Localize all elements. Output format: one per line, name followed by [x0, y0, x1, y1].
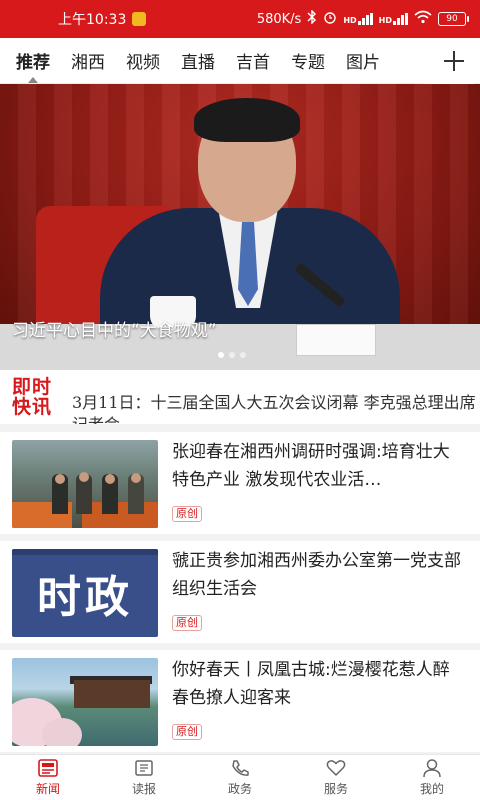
flash-news-label: 即时 快讯 — [12, 377, 74, 417]
bluetooth-icon — [307, 9, 317, 28]
nav-service[interactable]: 服务 — [288, 755, 384, 800]
tab-jishou[interactable]: 吉首 — [236, 48, 270, 73]
nav-mine-label: 我的 — [419, 782, 444, 796]
flash-news-text[interactable]: 3月11日：十三届全国人大五次会议闭幕 李克强总理出席记者会 — [72, 392, 476, 424]
hd-label-2: HD — [378, 16, 392, 25]
signal-bars-1-icon — [357, 13, 373, 25]
news-title[interactable]: 你好春天丨凤凰古城:烂漫樱花惹人醉 春色撩人迎客来 — [172, 656, 466, 712]
nav-mine[interactable]: 我的 — [384, 755, 480, 800]
original-badge: 原创 — [172, 506, 202, 522]
tabs-fade — [416, 38, 436, 84]
user-icon — [420, 758, 444, 778]
plus-icon — [444, 51, 464, 71]
tab-recommend[interactable]: 推荐 — [16, 48, 50, 83]
nav-government[interactable]: 政务 — [192, 755, 288, 800]
nav-news[interactable]: 新闻 — [0, 755, 96, 800]
tab-video[interactable]: 视频 — [126, 48, 160, 73]
news-thumbnail — [12, 440, 158, 528]
notification-icon — [132, 12, 147, 26]
carousel-dot — [218, 352, 224, 358]
nav-newspaper[interactable]: 读报 — [96, 755, 192, 800]
news-title[interactable]: 虢正贵参加湘西州委办公室第一党支部组织生活会 — [172, 547, 466, 603]
newspaper-icon — [132, 758, 156, 778]
app-root: 上午10:33 580K/s HD HD 90 推荐 湘西 视频 直播 吉首 专… — [0, 0, 480, 800]
signal-bars-2-icon — [393, 13, 408, 25]
flash-news[interactable]: 即时 快讯 3月11日：十三届全国人大五次会议闭幕 李克强总理出席记者会 — [0, 370, 480, 424]
carousel-dot — [240, 352, 246, 358]
thumbnail-text: 时政 — [37, 572, 133, 623]
hd-label-1: HD — [343, 16, 357, 25]
news-icon — [36, 758, 60, 778]
nav-newspaper-label: 读报 — [131, 782, 156, 796]
heart-icon — [324, 758, 348, 778]
original-badge: 原创 — [172, 615, 202, 631]
tab-special[interactable]: 专题 — [291, 48, 325, 73]
wifi-icon — [414, 10, 432, 28]
original-badge: 原创 — [172, 724, 202, 740]
carousel-dots — [218, 352, 246, 358]
category-tabs: 推荐 湘西 视频 直播 吉首 专题 图片 — [0, 38, 480, 84]
status-time: 上午10:33 — [58, 12, 127, 28]
news-thumbnail: 时政 — [12, 549, 158, 637]
nav-news-label: 新闻 — [35, 782, 60, 796]
network-speed: 580K/s — [256, 11, 302, 27]
flash-label-line2: 快讯 — [12, 396, 53, 418]
bottom-nav: 新闻 读报 政务 服务 我的 — [0, 754, 480, 800]
banner-nameplate — [296, 324, 376, 356]
news-item[interactable]: 张迎春在湘西州调研时强调:培育壮大特色产业 激发现代农业活… 原创 — [0, 432, 480, 534]
banner-carousel[interactable]: 习近平心目中的“大食物观” — [0, 84, 480, 370]
alarm-icon — [323, 10, 337, 28]
battery-icon: 90 — [438, 12, 469, 26]
news-thumbnail — [12, 658, 158, 746]
news-title[interactable]: 张迎春在湘西州调研时强调:培育壮大特色产业 激发现代农业活… — [172, 438, 466, 494]
status-bar: 上午10:33 580K/s HD HD 90 — [0, 0, 480, 38]
news-item[interactable]: 时政 虢正贵参加湘西州委办公室第一党支部组织生活会 原创 — [0, 541, 480, 643]
phone-service-icon — [228, 758, 252, 778]
nav-government-label: 政务 — [227, 782, 252, 796]
carousel-dot — [229, 352, 235, 358]
news-item[interactable]: 你好春天丨凤凰古城:烂漫樱花惹人醉 春色撩人迎客来 原创 — [0, 650, 480, 752]
battery-level: 90 — [446, 14, 458, 24]
banner-title[interactable]: 习近平心目中的“大食物观” — [12, 316, 217, 341]
nav-service-label: 服务 — [323, 782, 348, 796]
tab-xiangxi[interactable]: 湘西 — [71, 48, 105, 73]
add-channel-button[interactable] — [434, 38, 474, 84]
tab-live[interactable]: 直播 — [181, 48, 215, 73]
tab-pictures[interactable]: 图片 — [346, 48, 380, 73]
flash-label-line1: 即时 — [12, 376, 53, 398]
